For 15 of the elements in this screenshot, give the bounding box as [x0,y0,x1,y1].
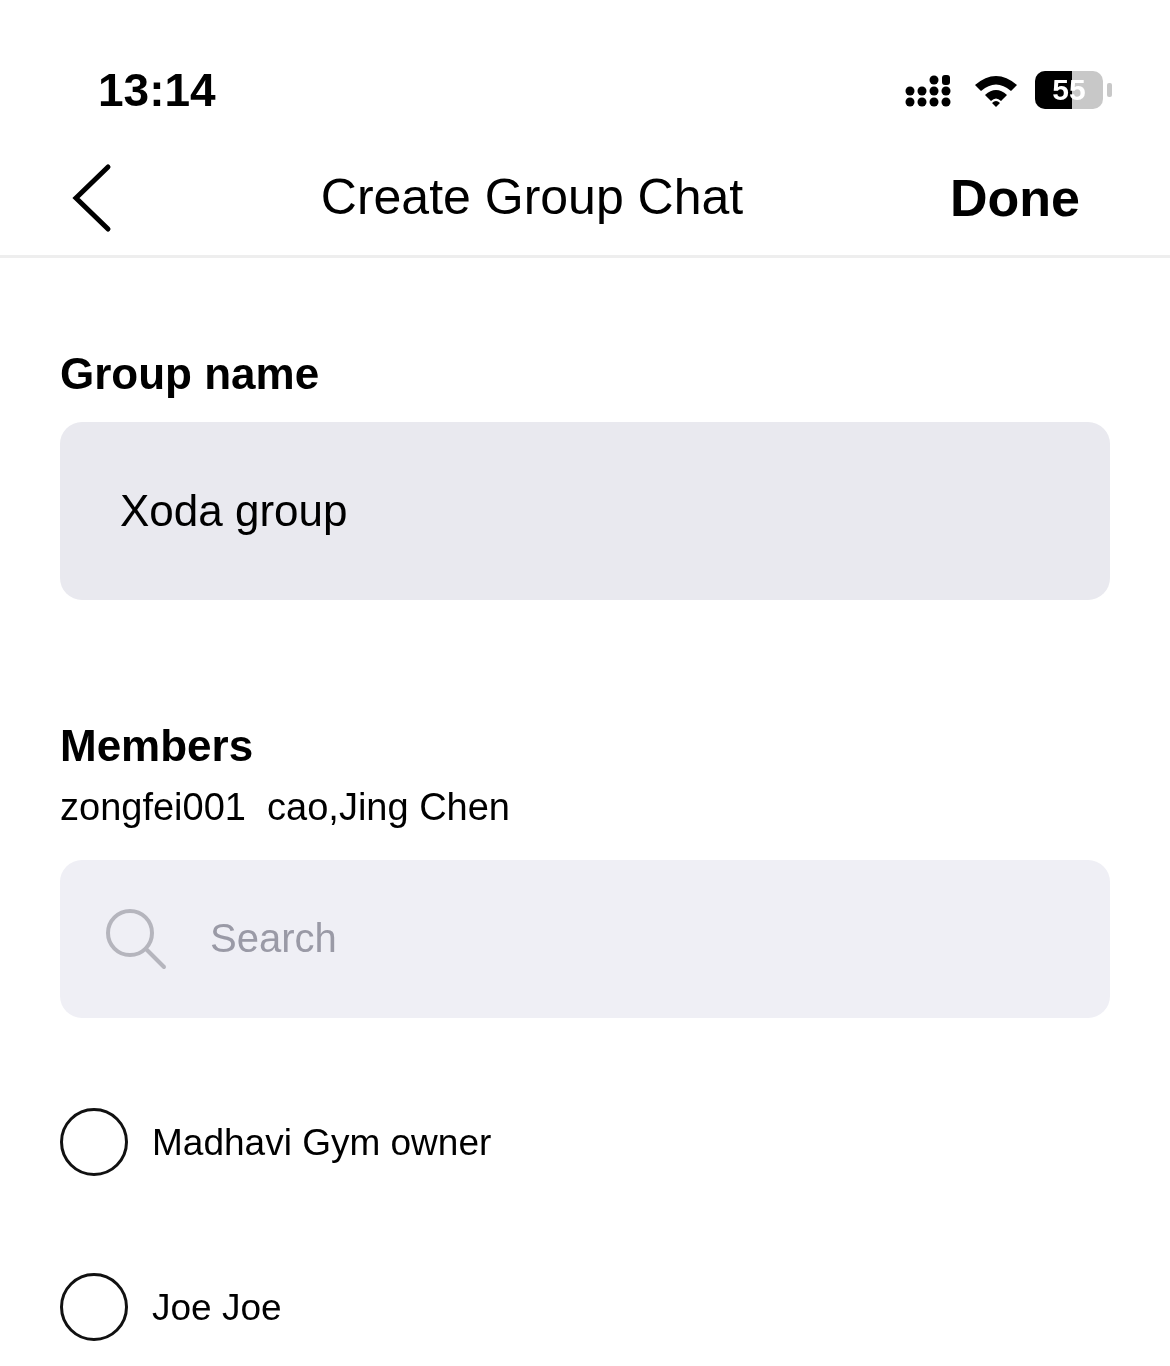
members-summary: zongfei001 cao,Jing Chen [60,784,511,830]
wifi-icon [973,73,1019,107]
contact-row[interactable]: Joe Joe [60,1224,1110,1366]
battery-cap-icon [1107,83,1112,97]
search-icon [104,906,168,971]
section-label: Members [60,722,255,771]
done-button[interactable]: Done [950,158,1080,237]
field-label: Group name [60,350,321,399]
group-name-field[interactable]: Xoda group [60,422,1110,601]
search-field[interactable]: Search [60,859,1110,1018]
contact-row[interactable]: Madhavi Gym owner [60,1059,1110,1225]
radio-button[interactable] [60,1273,128,1342]
radio-button[interactable] [60,1108,128,1177]
status-time: 13:14 [98,62,216,118]
page-title: Create Group Chat [320,168,744,227]
